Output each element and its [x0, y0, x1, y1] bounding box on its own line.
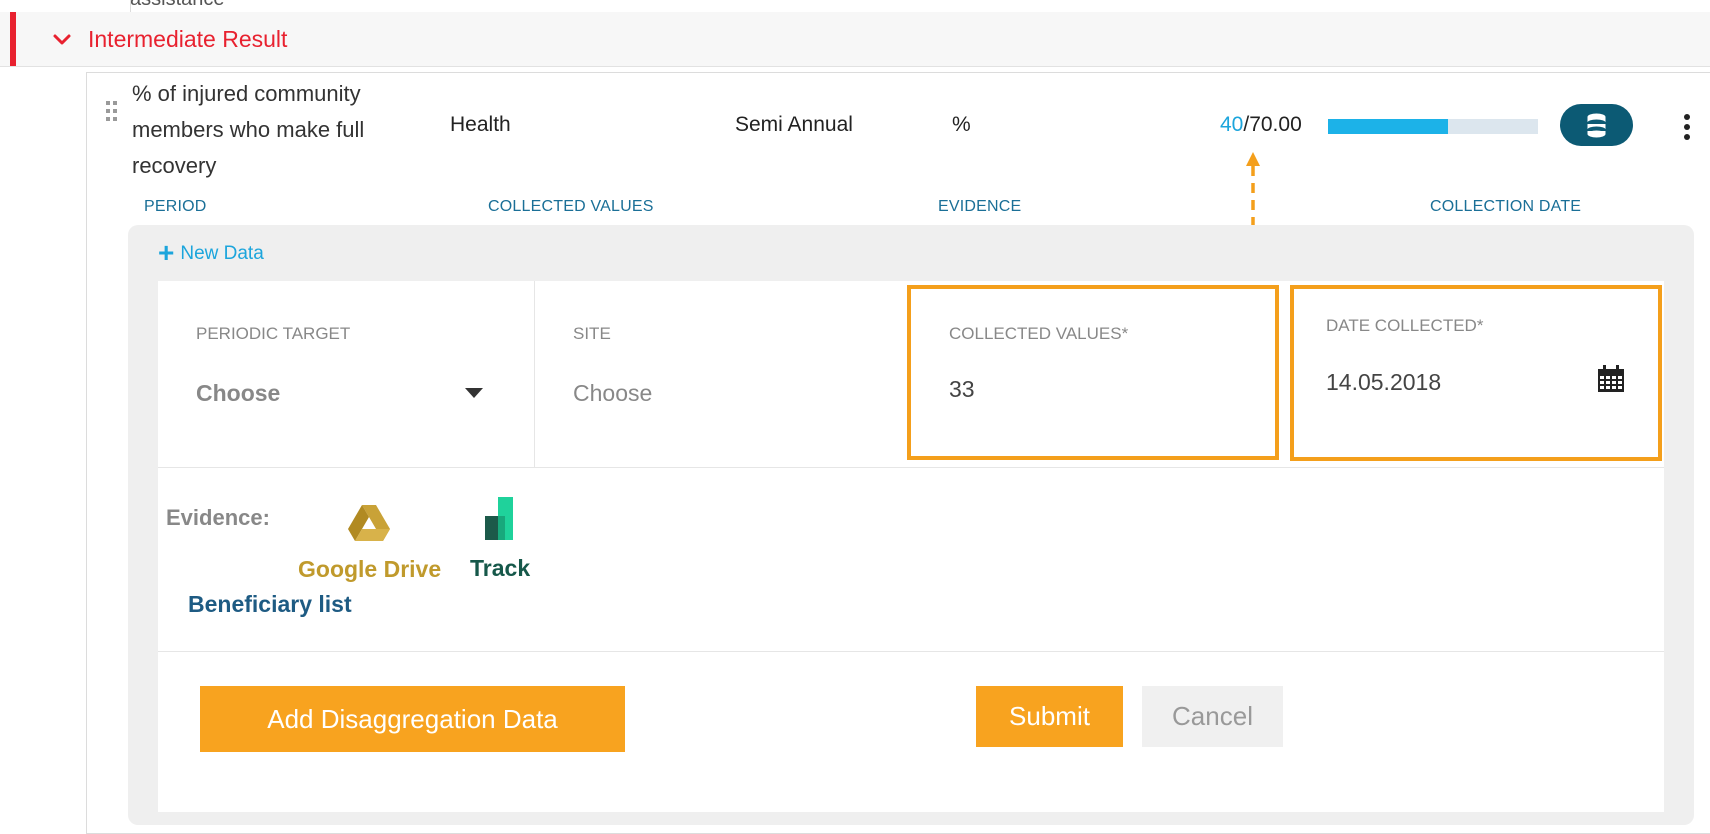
- track-icon[interactable]: [485, 497, 513, 540]
- database-icon: [1587, 113, 1606, 138]
- track-link[interactable]: Track: [470, 555, 530, 582]
- row-divider: [158, 467, 1664, 468]
- cancel-button[interactable]: Cancel: [1142, 686, 1283, 747]
- progress-bar: [1328, 119, 1538, 134]
- google-drive-icon[interactable]: [348, 505, 390, 541]
- divider: [130, 0, 131, 12]
- date-collected-label: DATE COLLECTED*: [1326, 316, 1484, 335]
- periodic-target-select[interactable]: Choose: [196, 380, 280, 407]
- section-title: Intermediate Result: [88, 26, 288, 52]
- previous-row-text: assistance: [130, 0, 225, 11]
- beneficiary-list-link[interactable]: Beneficiary list: [188, 591, 352, 618]
- progress-current: 40: [1220, 113, 1244, 136]
- field-divider: [534, 281, 535, 467]
- row-divider: [158, 651, 1664, 652]
- progress-label: 40/70.00: [1220, 113, 1302, 137]
- periodic-target-label: PERIODIC TARGET: [196, 324, 351, 343]
- plus-icon: +: [158, 237, 175, 268]
- indicator-frequency: Semi Annual: [735, 113, 853, 136]
- dropdown-caret-icon[interactable]: [465, 388, 483, 398]
- progress-target: /70.00: [1243, 113, 1302, 136]
- add-disaggregation-button[interactable]: Add Disaggregation Data: [200, 686, 625, 752]
- section-header[interactable]: Intermediate Result: [0, 12, 1710, 67]
- google-drive-link[interactable]: Google Drive: [298, 556, 441, 583]
- collected-values-input[interactable]: 33: [949, 376, 975, 403]
- new-data-label: New Data: [180, 243, 264, 264]
- site-select[interactable]: Choose: [573, 380, 652, 407]
- submit-button[interactable]: Submit: [976, 686, 1123, 747]
- column-header-collection-date: COLLECTION DATE: [1430, 198, 1582, 215]
- database-button[interactable]: [1560, 104, 1633, 146]
- new-data-link[interactable]: + New Data: [158, 237, 264, 269]
- collected-values-highlight: [907, 285, 1279, 460]
- site-label: SITE: [573, 324, 611, 343]
- column-header-period: PERIOD: [144, 198, 207, 215]
- collected-values-label: COLLECTED VALUES*: [949, 324, 1129, 343]
- chevron-down-icon[interactable]: [52, 30, 72, 50]
- indicator-name: % of injured community members who make …: [132, 81, 365, 178]
- more-options-icon[interactable]: [1682, 114, 1692, 140]
- column-header-collected-values: COLLECTED VALUES: [488, 198, 654, 215]
- progress-fill: [1328, 119, 1448, 134]
- column-header-evidence: EVIDENCE: [938, 198, 1022, 215]
- section-accent-bar: [10, 12, 16, 66]
- date-collected-input[interactable]: 14.05.2018: [1326, 369, 1441, 396]
- indicator-unit: %: [952, 113, 971, 136]
- calendar-icon[interactable]: [1597, 365, 1625, 393]
- evidence-label: Evidence:: [166, 505, 270, 530]
- indicator-sector: Health: [450, 113, 511, 136]
- drag-handle-icon[interactable]: [105, 100, 119, 122]
